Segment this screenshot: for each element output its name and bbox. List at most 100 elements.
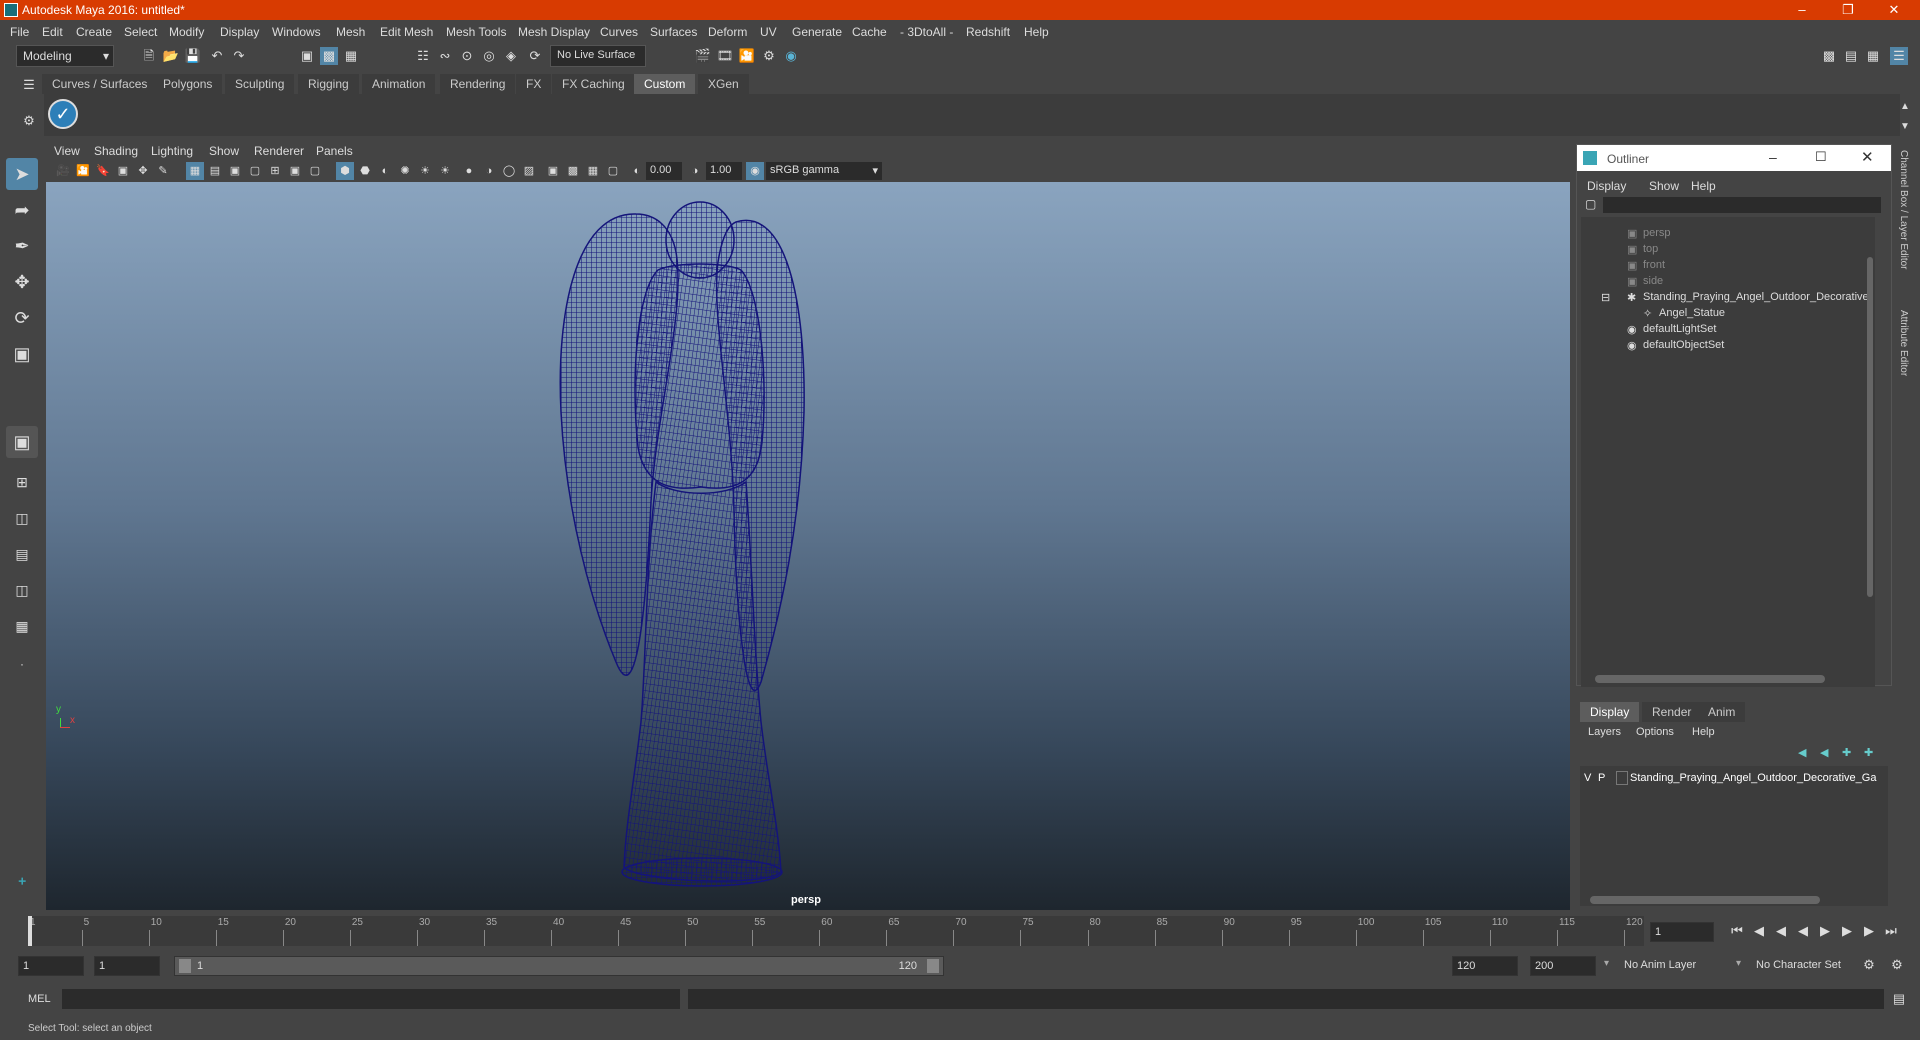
playback-end-field[interactable]: 120 — [1452, 956, 1518, 976]
menu-create[interactable]: Create — [76, 25, 112, 39]
safe-title-icon[interactable]: ▢ — [306, 162, 324, 180]
step-back-frame-icon[interactable]: ◀ — [1772, 922, 1790, 940]
field-chart-icon[interactable]: ⊞ — [266, 162, 284, 180]
tab-animation[interactable]: Animation — [362, 74, 436, 94]
bookmark-icon[interactable]: 🔖 — [94, 162, 112, 180]
menu-edit-mesh[interactable]: Edit Mesh — [380, 25, 433, 39]
panel-menu-view[interactable]: View — [54, 144, 80, 158]
filter-icon[interactable]: ▢ — [1585, 197, 1596, 211]
chevron-down-icon[interactable]: ▾ — [1736, 958, 1741, 969]
menu-windows[interactable]: Windows — [272, 25, 321, 39]
safe-action-icon[interactable]: ▣ — [286, 162, 304, 180]
snap-grid-icon[interactable]: ☷ — [414, 47, 432, 65]
undo-icon[interactable]: ↶ — [208, 47, 226, 65]
anti-aliasing-icon[interactable]: ◯ — [500, 162, 518, 180]
minimize-button[interactable]: – — [1780, 0, 1824, 20]
new-layer-selected-icon[interactable]: ✚ — [1864, 746, 1873, 759]
image-plane-icon[interactable]: ▣ — [114, 162, 132, 180]
go-to-end-icon[interactable]: ⏭ — [1882, 922, 1900, 940]
ambient-occlusion-icon[interactable]: ● — [460, 162, 478, 180]
snap-surface-icon[interactable]: ◈ — [502, 47, 520, 65]
tab-fx[interactable]: FX — [516, 74, 552, 94]
minimize-button[interactable]: – — [1769, 149, 1777, 165]
shelf-options-icon[interactable]: ⚙ — [20, 112, 38, 130]
scale-tool-icon[interactable]: ▣ — [6, 338, 38, 370]
outliner-search-field[interactable] — [1603, 197, 1881, 213]
script-editor-icon[interactable]: ▤ — [1890, 990, 1908, 1008]
panel-menu-renderer[interactable]: Renderer — [254, 144, 304, 158]
isolate-select-icon[interactable]: ▣ — [544, 162, 562, 180]
menu-modify[interactable]: Modify — [169, 25, 204, 39]
ipr-render-icon[interactable]: 🎦 — [738, 47, 756, 65]
current-frame-field[interactable]: 1 — [1650, 922, 1714, 942]
current-time-marker[interactable] — [28, 916, 32, 946]
tab-curves-surfaces[interactable]: Curves / Surfaces — [42, 74, 158, 94]
shelf-menu-icon[interactable]: ☰ — [20, 76, 38, 94]
rotate-tool-icon[interactable]: ⟳ — [6, 302, 38, 334]
snap-view-icon[interactable]: ◎ — [480, 47, 498, 65]
paint-select-tool-icon[interactable]: ✒ — [6, 230, 38, 262]
wireframe-icon[interactable]: ⬢ — [336, 162, 354, 180]
maximize-button[interactable]: ☐ — [1815, 149, 1827, 165]
modeling-toolkit-icon[interactable]: ▩ — [1820, 47, 1838, 65]
perspective-viewport[interactable]: y x persp — [46, 182, 1570, 910]
shadows-icon[interactable]: ☀ — [436, 162, 454, 180]
gamma-field[interactable]: 1.00 — [706, 162, 742, 180]
layer-menu-help[interactable]: Help — [1692, 726, 1715, 738]
layer-tab-render[interactable]: Render — [1642, 702, 1702, 722]
outliner-item-side[interactable]: side — [1643, 275, 1663, 287]
panel-menu-panels[interactable]: Panels — [316, 144, 353, 158]
new-scene-icon[interactable]: 🗎 — [140, 47, 158, 65]
menu-edit[interactable]: Edit — [42, 25, 63, 39]
menu-curves[interactable]: Curves — [600, 25, 638, 39]
xray-joints-icon[interactable]: ▦ — [584, 162, 602, 180]
menu-generate[interactable]: Generate — [792, 25, 842, 39]
range-handle-end[interactable] — [927, 959, 939, 973]
menu-cache[interactable]: Cache — [852, 25, 887, 39]
menu-help[interactable]: Help — [1024, 25, 1049, 39]
motion-blur-icon[interactable]: ◑ — [480, 162, 498, 180]
go-to-start-icon[interactable]: ⏮ — [1728, 922, 1746, 940]
move-layer-up-icon[interactable]: ◀ — [1798, 746, 1806, 759]
resolution-gate-icon[interactable]: ▣ — [226, 162, 244, 180]
step-forward-frame-icon[interactable]: ▶ — [1838, 922, 1856, 940]
hypershade-icon[interactable]: ◉ — [782, 47, 800, 65]
persp-hypershade-layout-icon[interactable]: ◫ — [6, 574, 38, 606]
tool-settings-toggle-icon[interactable]: ▦ — [1864, 47, 1882, 65]
live-surface-field[interactable]: No Live Surface — [550, 45, 646, 67]
four-view-layout-icon[interactable]: ⊞ — [6, 466, 38, 498]
2d-pan-zoom-icon[interactable]: ✥ — [134, 162, 152, 180]
tab-fx-caching[interactable]: FX Caching — [552, 74, 635, 94]
color-management-icon[interactable]: ◉ — [746, 162, 764, 180]
select-by-object-icon[interactable]: ▩ — [320, 47, 338, 65]
start-time-field[interactable]: 1 — [18, 956, 84, 976]
command-input[interactable] — [62, 989, 680, 1009]
step-back-key-icon[interactable]: ◀ — [1750, 922, 1768, 940]
tab-sculpting[interactable]: Sculpting — [225, 74, 295, 94]
menu-mesh[interactable]: Mesh — [336, 25, 365, 39]
panel-menu-shading[interactable]: Shading — [94, 144, 138, 158]
outliner-item-persp[interactable]: persp — [1643, 227, 1671, 239]
restore-button[interactable]: ❐ — [1826, 0, 1870, 20]
textured-icon[interactable]: ✺ — [396, 162, 414, 180]
grease-pencil-icon[interactable]: ✎ — [154, 162, 172, 180]
play-forward-icon[interactable]: ▶ — [1816, 922, 1834, 940]
layer-visibility-toggle[interactable]: V — [1584, 772, 1591, 784]
outliner-vertical-scrollbar[interactable] — [1867, 257, 1873, 597]
redo-icon[interactable]: ↷ — [230, 47, 248, 65]
menu-mesh-display[interactable]: Mesh Display — [518, 25, 590, 39]
menu-mesh-tools[interactable]: Mesh Tools — [446, 25, 506, 39]
depth-of-field-icon[interactable]: ▨ — [520, 162, 538, 180]
angel-statue-wireframe[interactable] — [46, 182, 1570, 910]
menu-deform[interactable]: Deform — [708, 25, 747, 39]
anim-layer-dropdown[interactable]: No Anim Layer — [1620, 956, 1732, 976]
channel-box-side-tab[interactable]: Channel Box / Layer Editor — [1898, 150, 1909, 270]
time-slider[interactable]: 1 5 10 15 20 25 30 35 40 45 50 55 60 65 70 75 80 85 90 95 10… — [28, 916, 1644, 946]
outliner-menu-show[interactable]: Show — [1649, 179, 1679, 193]
layer-menu-layers[interactable]: Layers — [1588, 726, 1621, 738]
menu-display[interactable]: Display — [220, 25, 259, 39]
panel-menu-lighting[interactable]: Lighting — [151, 144, 193, 158]
mode-dropdown[interactable]: Modeling ▾ — [16, 45, 114, 67]
playback-start-field[interactable]: 1 — [94, 956, 160, 976]
layer-tab-anim[interactable]: Anim — [1698, 702, 1746, 722]
